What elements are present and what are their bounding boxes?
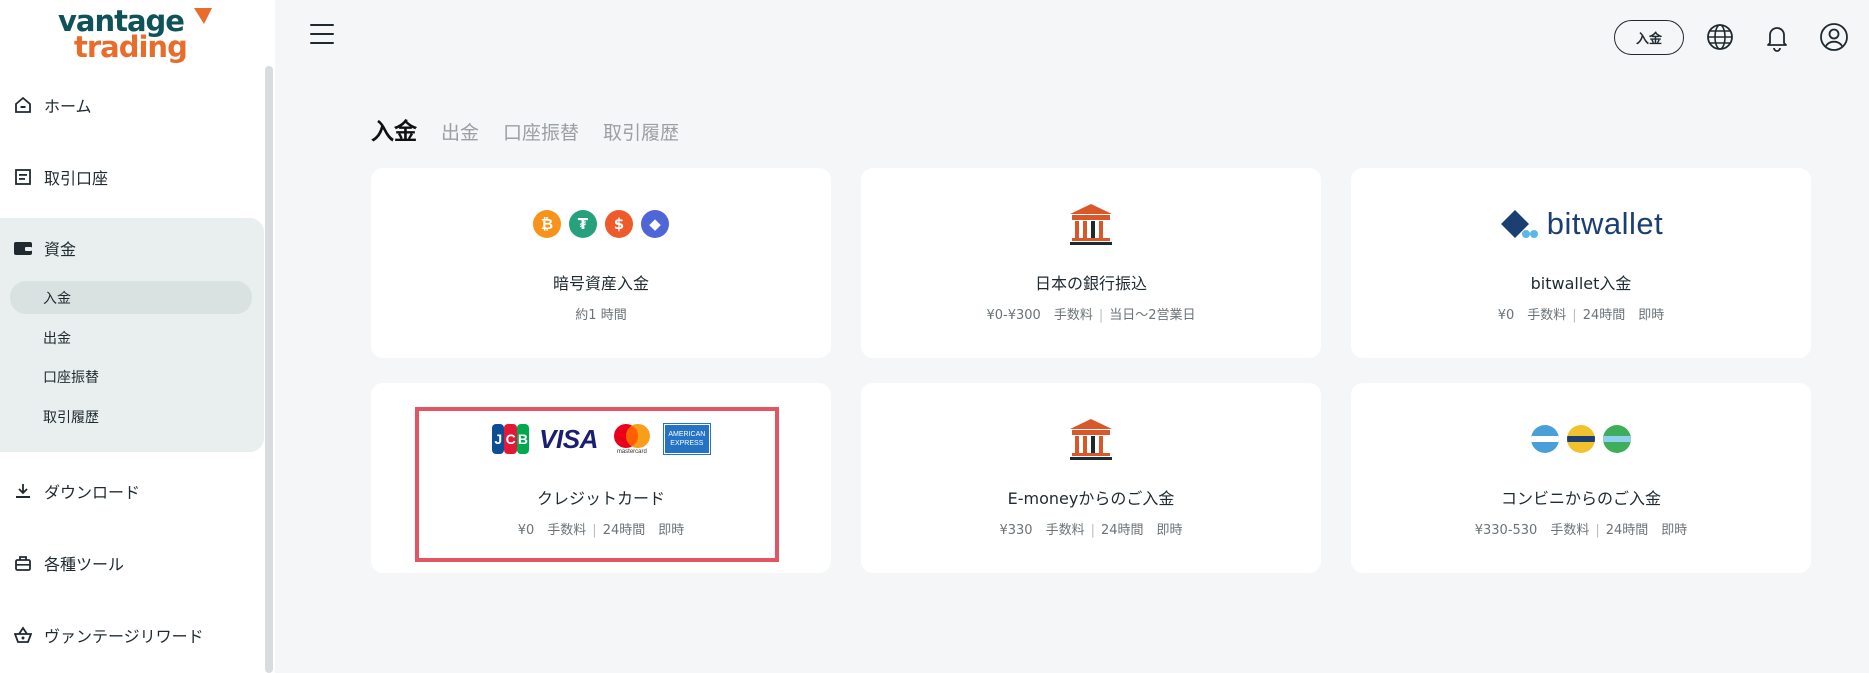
sidebar-item-label: ホーム [44,97,92,116]
bank-icon [1070,419,1112,460]
card-meta: ¥330-530 手数料 | 24時間 即時 [1474,523,1688,538]
card-meta: ¥0 手数料 | 24時間 即時 [1497,308,1665,323]
sidebar-subitem-deposit[interactable]: 入金 [10,281,252,314]
usd-coin-icon: $ [605,210,633,238]
tab-transfer[interactable]: 口座振替 [503,118,579,145]
konbini-dot-yellow-icon [1567,425,1595,453]
card-title: コンビニからのご入金 [1500,489,1661,508]
tab-withdraw[interactable]: 出金 [441,118,479,145]
card-title: E-moneyからのご入金 [1007,489,1175,508]
tab-history[interactable]: 取引履歴 [603,118,679,145]
card-bitwallet[interactable]: bitwallet bitwallet入金 ¥0 手数料 | 24時間 即時 [1351,168,1811,358]
header-deposit-button[interactable]: 入金 [1614,20,1684,55]
card-emoney[interactable]: E-moneyからのご入金 ¥330 手数料 | 24時間 即時 [861,383,1321,573]
sidebar-item-accounts[interactable]: 取引口座 [0,155,262,199]
bank-icon-row [861,204,1321,245]
sidebar-subitem-history[interactable]: 取引履歴 [10,400,252,433]
card-japan-bank-transfer[interactable]: 日本の銀行振込 ¥0-¥300 手数料 | 当日～2営業日 [861,168,1321,358]
konbini-dot-green-icon [1603,425,1631,453]
bitwallet-logo-row: bitwallet [1351,204,1811,244]
card-meta: 約1 時間 [575,308,627,323]
sidebar-item-funds[interactable]: 資金 [0,226,262,270]
sidebar: vantage trading ホーム 取引口座 資金 入金 出金 口座振替 取… [0,0,275,673]
card-title: bitwallet入金 [1530,274,1632,293]
bank-icon-row [861,419,1321,460]
card-meta: ¥0-¥300 手数料 | 当日～2営業日 [986,308,1196,323]
sidebar-item-download[interactable]: ダウンロード [0,469,262,513]
sidebar-item-home[interactable]: ホーム [0,83,262,127]
card-meta: ¥330 手数料 | 24時間 即時 [999,523,1183,538]
logo-line2: trading [74,30,188,64]
toolbox-icon [12,552,34,574]
sidebar-item-label: ダウンロード [44,483,141,502]
bitwallet-logo: bitwallet [1499,206,1664,242]
crypto-icons: ₿ ₮ $ ◆ [371,204,831,244]
logo-mark-icon [194,8,212,24]
account-icon [12,166,34,188]
sidebar-item-label: 資金 [44,240,77,259]
user-icon[interactable] [1819,22,1849,52]
tether-icon: ₮ [569,210,597,238]
home-icon [12,94,34,116]
sidebar-item-label: 各種ツール [44,555,125,574]
funds-tabs: 入金 出金 口座振替 取引履歴 [371,112,703,146]
sidebar-subitem-transfer[interactable]: 口座振替 [10,360,252,393]
ethereum-icon: ◆ [641,210,669,238]
card-title: 暗号資産入金 [552,274,649,293]
bell-icon[interactable] [1762,22,1792,52]
bitwallet-logo-text: bitwallet [1546,206,1664,241]
sidebar-item-label: 取引口座 [44,169,109,188]
vantage-trading-logo[interactable]: vantage trading [58,4,212,64]
basket-icon [12,624,34,646]
card-crypto-deposit[interactable]: ₿ ₮ $ ◆ 暗号資産入金 約1 時間 [371,168,831,358]
sidebar-item-tools[interactable]: 各種ツール [0,541,262,585]
wallet-icon [12,237,34,259]
sidebar-item-rewards[interactable]: ヴァンテージリワード [0,613,262,657]
tab-deposit[interactable]: 入金 [371,112,417,146]
card-convenience-store[interactable]: コンビニからのご入金 ¥330-530 手数料 | 24時間 即時 [1351,383,1811,573]
download-icon [12,480,34,502]
konbini-dot-blue-icon [1531,425,1559,453]
selection-highlight [415,407,779,562]
konbini-icons [1351,419,1811,459]
sidebar-scrollbar[interactable] [265,66,273,673]
bank-icon [1070,204,1112,245]
card-title: 日本の銀行振込 [1034,274,1147,293]
globe-icon[interactable] [1705,22,1735,52]
menu-toggle-icon[interactable] [310,24,334,46]
sidebar-subitem-withdraw[interactable]: 出金 [10,321,252,354]
bitcoin-icon: ₿ [533,210,561,238]
sidebar-item-label: ヴァンテージリワード [44,627,204,646]
bitwallet-mark-icon [1500,210,1538,238]
